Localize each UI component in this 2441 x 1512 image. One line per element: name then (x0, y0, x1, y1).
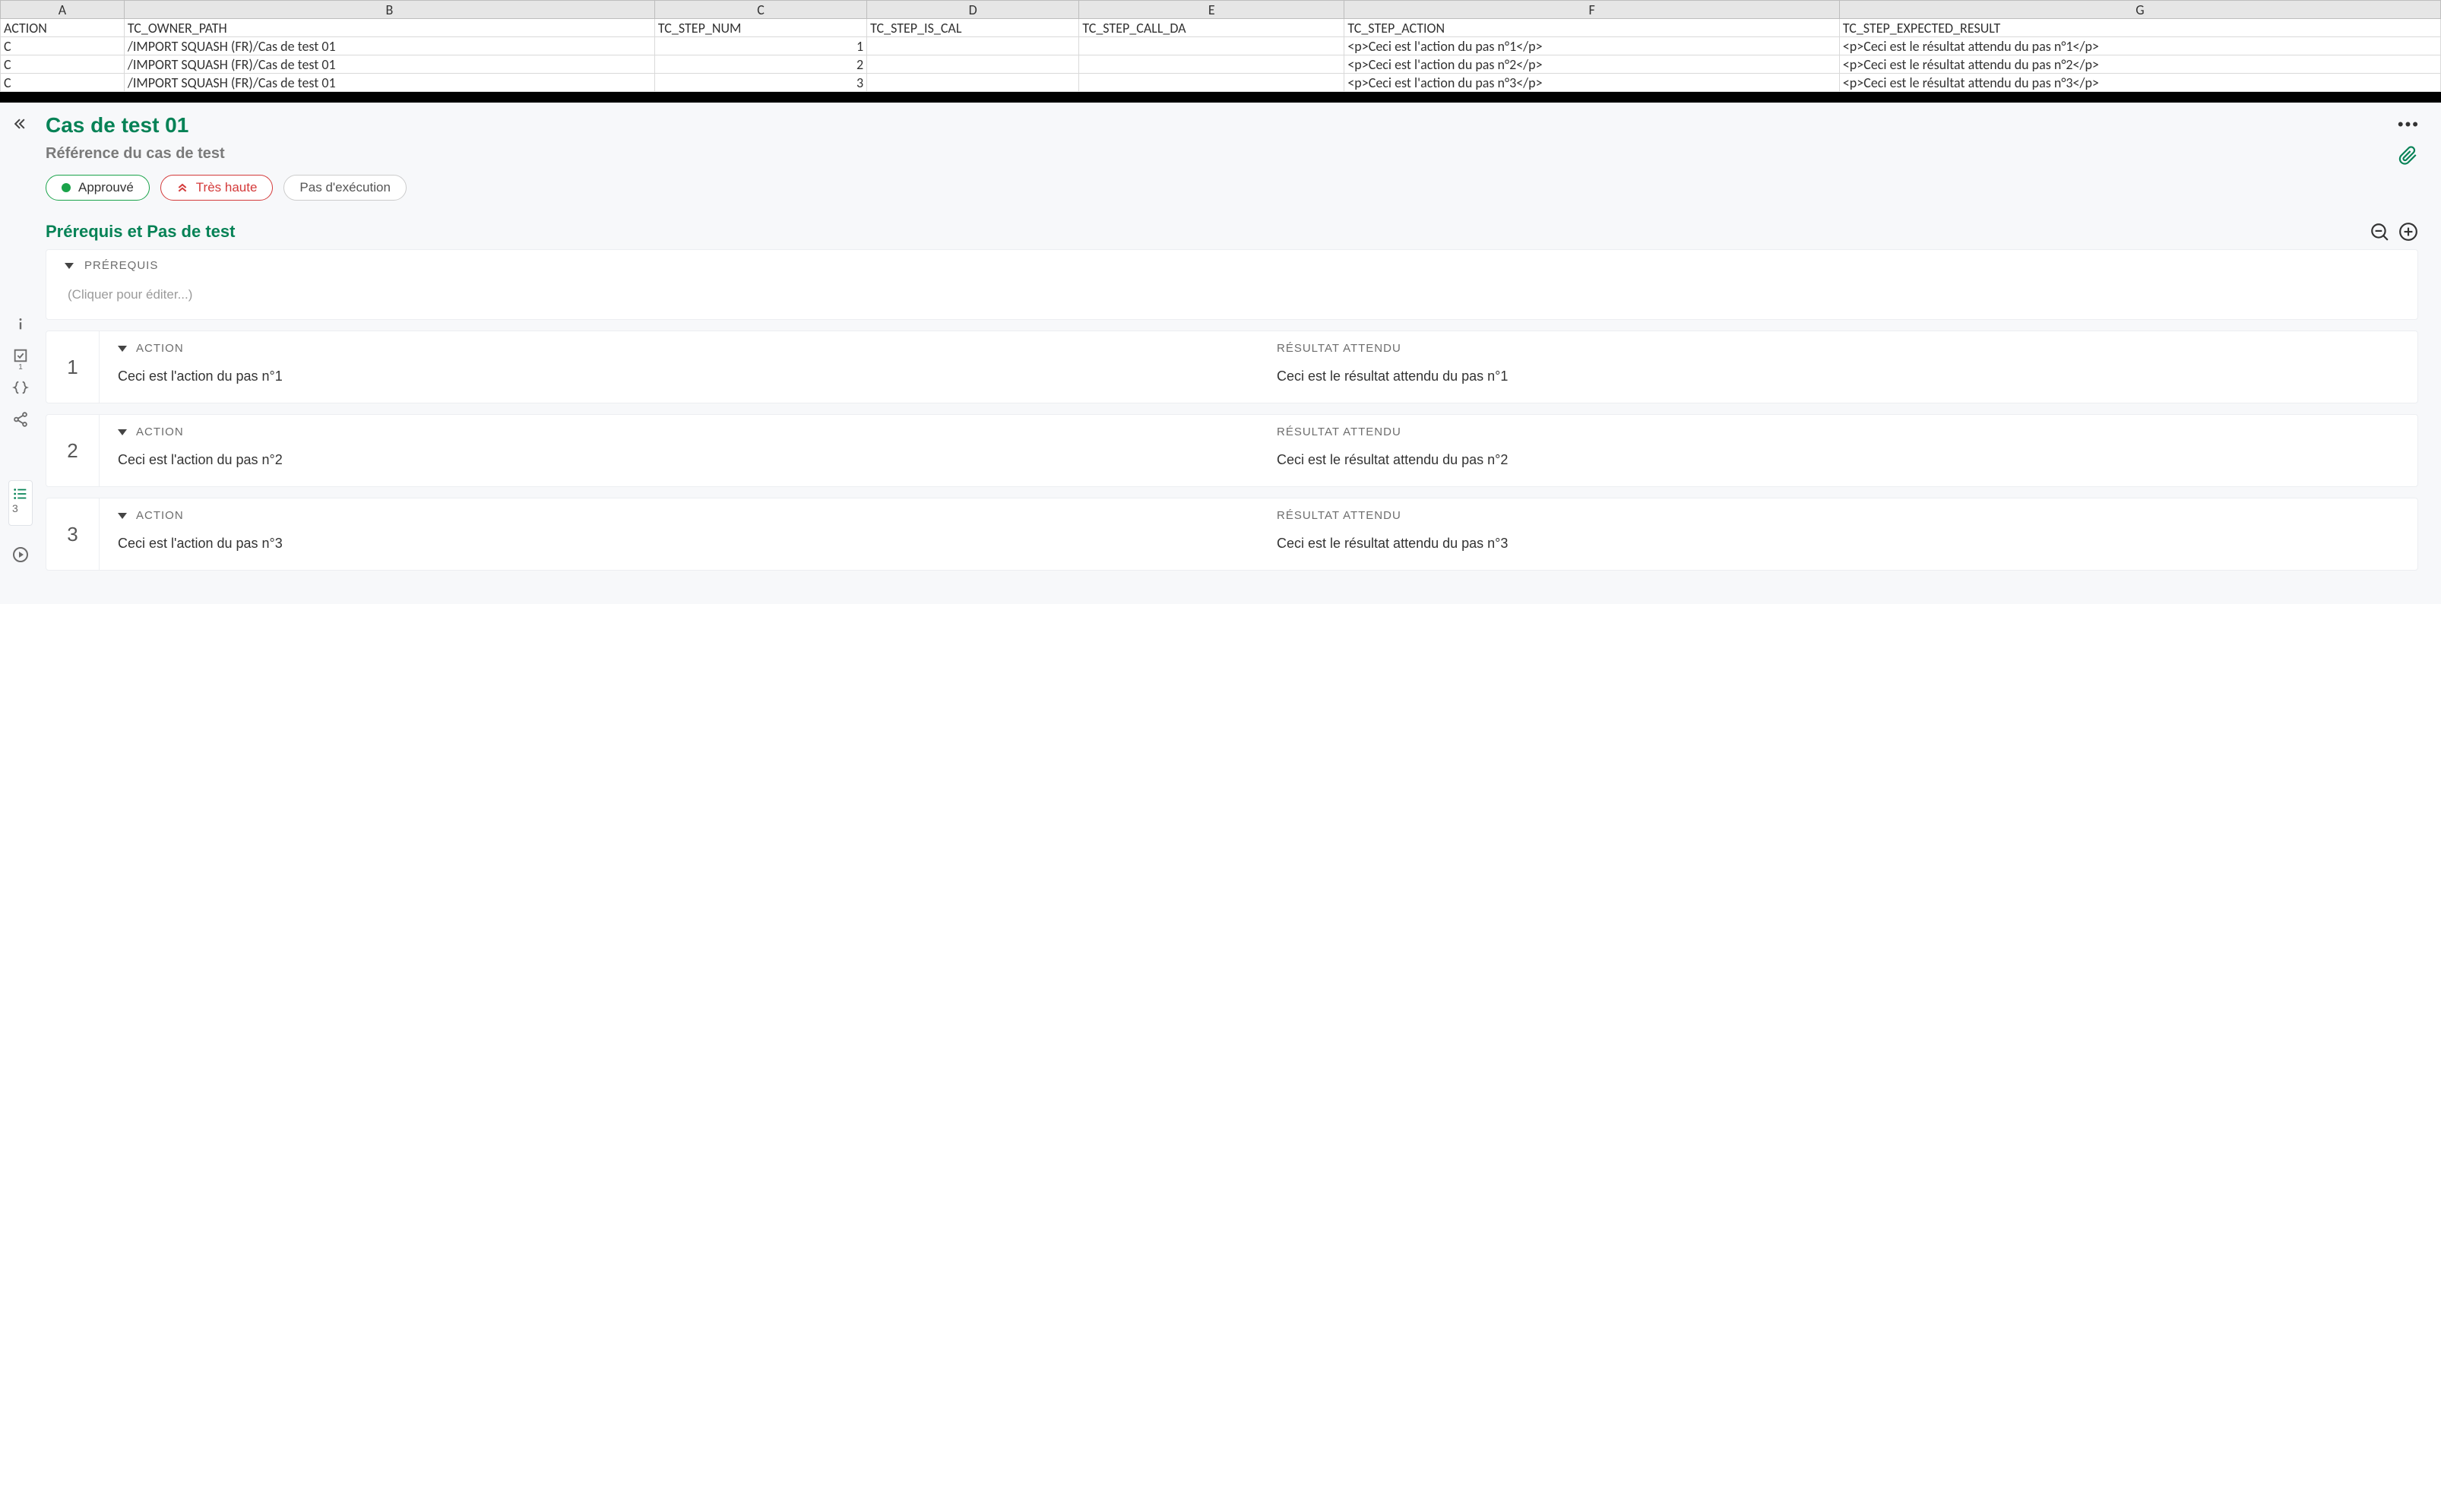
cell[interactable]: <p>Ceci est l'action du pas n°1</p> (1344, 37, 1840, 55)
steps-count: 1 (18, 363, 23, 372)
cell[interactable]: C (1, 74, 125, 92)
info-icon (12, 315, 29, 332)
status-label: Approuvé (78, 180, 134, 195)
cell[interactable]: 2 (654, 55, 866, 74)
tab-steps[interactable]: 1 (12, 347, 29, 364)
col-header[interactable]: E (1079, 1, 1344, 19)
collapse-sidebar-button[interactable] (12, 116, 27, 131)
action-header: ACTION (136, 509, 184, 522)
prerequisites-label: PRÉREQUIS (84, 259, 158, 272)
cell[interactable]: /IMPORT SQUASH (FR)/Cas de test 01 (124, 55, 654, 74)
col-header[interactable]: A (1, 1, 125, 19)
checklist-icon (12, 347, 29, 364)
cell[interactable]: /IMPORT SQUASH (FR)/Cas de test 01 (124, 74, 654, 92)
cell[interactable] (1079, 37, 1344, 55)
step-action-text[interactable]: Ceci est l'action du pas n°1 (118, 369, 1240, 384)
step-result-text[interactable]: Ceci est le résultat attendu du pas n°2 (1277, 452, 2399, 468)
cell[interactable] (867, 55, 1079, 74)
cell[interactable]: <p>Ceci est le résultat attendu du pas n… (1839, 37, 2440, 55)
zoom-out-button[interactable] (2370, 222, 2389, 242)
collapse-toggle[interactable] (118, 346, 127, 352)
step-result-text[interactable]: Ceci est le résultat attendu du pas n°1 (1277, 369, 2399, 384)
cell[interactable]: /IMPORT SQUASH (FR)/Cas de test 01 (124, 37, 654, 55)
testcase-title[interactable]: Cas de test 01 (46, 113, 2418, 138)
spreadsheet-table[interactable]: A B C D E F G ACTION TC_OWNER_PATH TC_ST… (0, 0, 2441, 92)
collapse-toggle[interactable] (118, 513, 127, 519)
execution-badge[interactable]: Pas d'exécution (283, 175, 407, 201)
cell[interactable] (867, 74, 1079, 92)
cell[interactable]: <p>Ceci est le résultat attendu du pas n… (1839, 55, 2440, 74)
cell[interactable]: C (1, 55, 125, 74)
step-number: 3 (46, 498, 100, 570)
cell[interactable]: C (1, 37, 125, 55)
test-step: 1 ACTION Ceci est l'action du pas n°1 RÉ… (46, 331, 2418, 403)
cell[interactable]: 1 (654, 37, 866, 55)
chevron-double-left-icon (12, 116, 27, 131)
testcase-reference-label[interactable]: Référence du cas de test (46, 145, 2418, 163)
prerequisites-editor[interactable]: (Cliquer pour éditer...) (46, 280, 2417, 319)
cell[interactable]: <p>Ceci est le résultat attendu du pas n… (1839, 74, 2440, 92)
step-result-text[interactable]: Ceci est le résultat attendu du pas n°3 (1277, 536, 2399, 552)
collapse-toggle[interactable] (118, 429, 127, 435)
paperclip-icon (2398, 144, 2418, 168)
tab-step-list[interactable]: 3 (8, 480, 33, 526)
cell[interactable]: TC_STEP_NUM (654, 19, 866, 37)
share-icon (12, 411, 29, 428)
execution-label: Pas d'exécution (299, 180, 391, 195)
attachments-button[interactable] (2398, 144, 2418, 168)
spreadsheet-pane: A B C D E F G ACTION TC_OWNER_PATH TC_ST… (0, 0, 2441, 103)
result-header: RÉSULTAT ATTENDU (1277, 342, 1401, 355)
cell[interactable]: <p>Ceci est l'action du pas n°3</p> (1344, 74, 1840, 92)
cell[interactable]: TC_STEP_ACTION (1344, 19, 1840, 37)
list-icon (12, 486, 29, 502)
tab-links[interactable] (12, 411, 29, 428)
step-action-text[interactable]: Ceci est l'action du pas n°3 (118, 536, 1240, 552)
cell[interactable] (1079, 55, 1344, 74)
result-header: RÉSULTAT ATTENDU (1277, 425, 1401, 438)
test-step: 2 ACTION Ceci est l'action du pas n°2 RÉ… (46, 414, 2418, 487)
collapse-toggle[interactable] (65, 263, 74, 269)
cell[interactable] (1079, 74, 1344, 92)
add-step-button[interactable] (2398, 222, 2418, 242)
tab-info[interactable] (12, 315, 29, 332)
action-header: ACTION (136, 425, 184, 438)
zoom-out-icon (2370, 222, 2389, 242)
col-header[interactable]: D (867, 1, 1079, 19)
cell[interactable] (867, 37, 1079, 55)
cell[interactable]: <p>Ceci est l'action du pas n°2</p> (1344, 55, 1840, 74)
col-header[interactable]: C (654, 1, 866, 19)
double-chevron-up-icon (176, 182, 188, 194)
cell[interactable]: TC_STEP_EXPECTED_RESULT (1839, 19, 2440, 37)
braces-icon (12, 379, 29, 396)
cell[interactable]: 3 (654, 74, 866, 92)
importance-badge[interactable]: Très haute (160, 175, 274, 201)
col-header[interactable]: F (1344, 1, 1840, 19)
test-step: 3 ACTION Ceci est l'action du pas n°3 RÉ… (46, 498, 2418, 571)
more-actions-button[interactable]: ••• (2398, 116, 2420, 133)
step-list-count: 3 (12, 502, 18, 514)
prerequisites-card: PRÉREQUIS (Cliquer pour éditer...) (46, 249, 2418, 320)
status-badge[interactable]: Approuvé (46, 175, 150, 201)
cell[interactable]: TC_STEP_IS_CAL (867, 19, 1079, 37)
step-number: 1 (46, 331, 100, 403)
testcase-view: ••• Cas de test 01 Référence du cas de t… (0, 103, 2441, 604)
tab-executions[interactable] (11, 546, 30, 564)
section-title: Prérequis et Pas de test (46, 222, 235, 242)
cell[interactable]: TC_STEP_CALL_DA (1079, 19, 1344, 37)
tab-params[interactable] (12, 379, 29, 396)
col-header[interactable]: B (124, 1, 654, 19)
importance-label: Très haute (196, 180, 258, 195)
play-circle-icon (11, 546, 30, 564)
cell[interactable]: ACTION (1, 19, 125, 37)
cell[interactable]: TC_OWNER_PATH (124, 19, 654, 37)
step-action-text[interactable]: Ceci est l'action du pas n°2 (118, 452, 1240, 468)
step-number: 2 (46, 415, 100, 486)
plus-circle-icon (2398, 222, 2418, 242)
status-dot-icon (62, 183, 71, 192)
action-header: ACTION (136, 342, 184, 355)
col-header[interactable]: G (1839, 1, 2440, 19)
result-header: RÉSULTAT ATTENDU (1277, 509, 1401, 522)
